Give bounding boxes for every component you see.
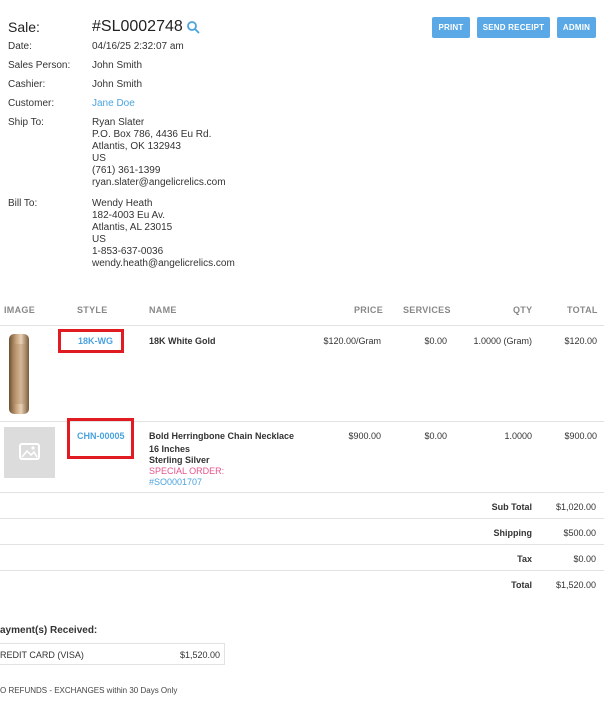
divider (0, 570, 604, 571)
sale-number: #SL0002748 (92, 18, 183, 35)
col-name: NAME (149, 305, 177, 315)
cashier-label: Cashier: (8, 79, 46, 90)
subtotal-value: $1,020.00 (555, 502, 596, 512)
sale-label: Sale: (8, 19, 40, 35)
col-services: SERVICES (403, 305, 451, 315)
divider (0, 325, 604, 326)
shipping-value: $500.00 (563, 528, 596, 538)
ship-to-line: ryan.slater@angelicrelics.com (92, 177, 226, 188)
customer-link[interactable]: Jane Doe (92, 98, 135, 110)
print-button[interactable]: PRINT (432, 17, 470, 38)
highlight-box (67, 418, 134, 459)
divider (0, 518, 604, 519)
search-icon[interactable] (186, 20, 200, 34)
bill-to-line: 182-4003 Eu Av. (92, 210, 166, 221)
date-value: 04/16/25 2:32:07 am (92, 41, 184, 52)
item-total: $900.00 (564, 431, 597, 441)
item-price: $120.00/Gram (323, 336, 381, 346)
item-price: $900.00 (348, 431, 381, 441)
bill-to-line: wendy.heath@angelicrelics.com (92, 258, 235, 269)
bill-to-line: US (92, 234, 106, 245)
payments-heading: ayment(s) Received: (0, 625, 98, 636)
item-metal: Sterling Silver (149, 455, 210, 465)
bill-to-line: Wendy Heath (92, 198, 153, 209)
bill-to-label: Bill To: (8, 198, 38, 209)
highlight-box (58, 329, 124, 353)
ship-to-line: Atlantis, OK 132943 (92, 141, 181, 152)
col-total: TOTAL (567, 305, 598, 315)
ship-to-line: P.O. Box 786, 4436 Eu Rd. (92, 129, 212, 140)
ship-to-label: Ship To: (8, 117, 44, 128)
ship-to-address: Ryan Slater P.O. Box 786, 4436 Eu Rd. At… (92, 117, 226, 189)
item-length: 16 Inches (149, 444, 191, 454)
bill-to-line: Atlantis, AL 23015 (92, 222, 173, 233)
special-order-link[interactable]: #SO0001707 (149, 477, 294, 488)
item-services: $0.00 (424, 431, 447, 441)
item-total: $120.00 (564, 336, 597, 346)
payment-method: REDIT CARD (VISA) (0, 650, 84, 660)
admin-button[interactable]: ADMIN (557, 17, 596, 38)
item-details: Bold Herringbone Chain Necklace 16 Inche… (149, 431, 294, 488)
col-qty: QTY (513, 305, 533, 315)
salesperson-label: Sales Person: (8, 60, 71, 71)
divider (0, 544, 604, 545)
col-price: PRICE (354, 305, 384, 315)
send-receipt-button[interactable]: SEND RECEIPT (477, 17, 550, 38)
special-order-label: SPECIAL ORDER: (149, 466, 225, 476)
col-image: IMAGE (4, 305, 36, 315)
tax-value: $0.00 (573, 554, 596, 564)
divider (0, 492, 604, 493)
col-style: STYLE (77, 305, 108, 315)
total-label: Total (511, 580, 532, 590)
payment-row: REDIT CARD (VISA) $1,520.00 (0, 643, 225, 665)
ship-to-line: US (92, 153, 106, 164)
item-services: $0.00 (424, 336, 447, 346)
ship-to-line: Ryan Slater (92, 117, 145, 128)
product-image-ring[interactable] (8, 334, 30, 414)
ship-to-line: (761) 361-1399 (92, 165, 161, 176)
customer-label: Customer: (8, 98, 55, 109)
payment-amount: $1,520.00 (179, 650, 220, 660)
salesperson-value: John Smith (92, 60, 143, 71)
item-qty: 1.0000 (504, 431, 532, 441)
date-label: Date: (8, 41, 32, 52)
cashier-value: John Smith (92, 79, 143, 90)
item-name: 18K White Gold (149, 336, 216, 346)
return-policy-note: O REFUNDS - EXCHANGES within 30 Days Onl… (0, 686, 178, 695)
bill-to-line: 1-853-637-0036 (92, 246, 164, 257)
tax-label: Tax (517, 554, 532, 564)
item-qty: 1.0000 (Gram) (473, 336, 532, 346)
product-image-placeholder[interactable] (4, 427, 55, 478)
bill-to-address: Wendy Heath 182-4003 Eu Av. Atlantis, AL… (92, 198, 235, 270)
item-name: Bold Herringbone Chain Necklace (149, 431, 295, 441)
shipping-label: Shipping (493, 528, 533, 538)
subtotal-label: Sub Total (491, 502, 532, 512)
total-value: $1,520.00 (555, 580, 596, 590)
